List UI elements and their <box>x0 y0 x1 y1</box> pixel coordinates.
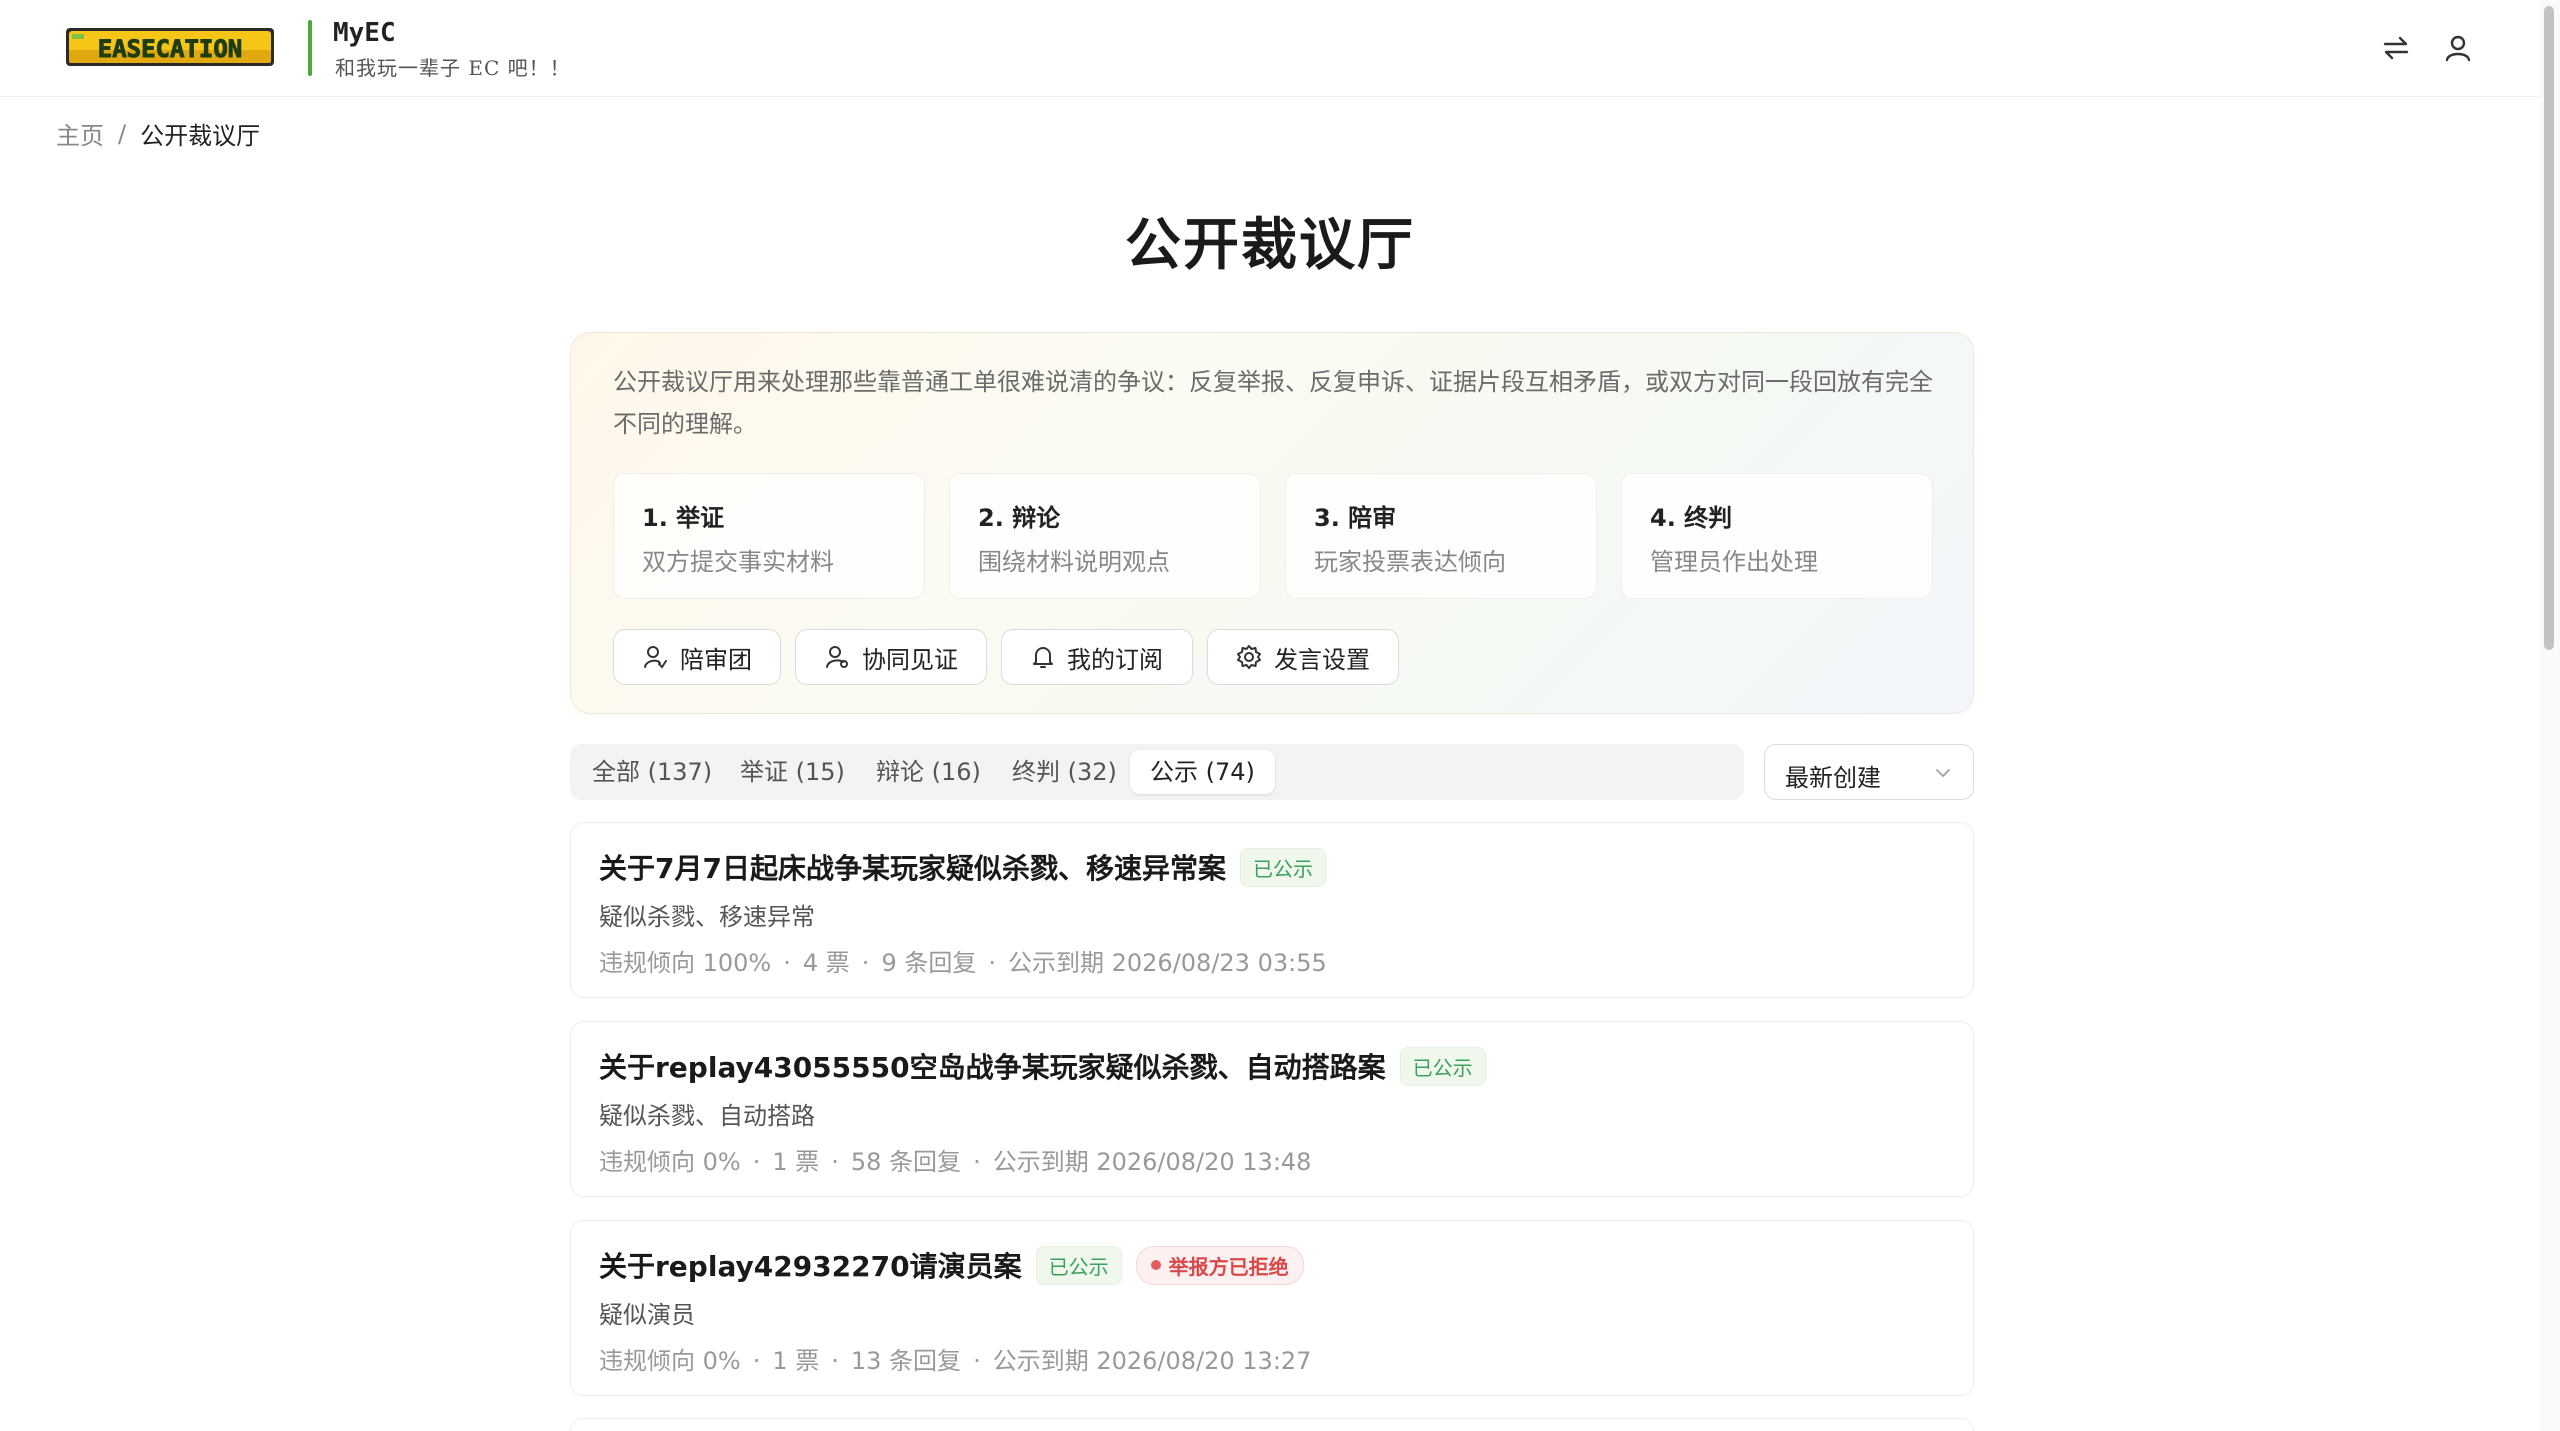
speech-settings-button[interactable]: 发言设置 <box>1207 629 1399 685</box>
sort-selected-value: 最新创建 <box>1785 764 1881 792</box>
case-votes: 1 票 <box>772 1148 820 1176</box>
meta-separator: · <box>783 949 791 977</box>
case-subtitle: 疑似杀戮、移速异常 <box>599 903 815 931</box>
step-subtitle: 管理员作出处理 <box>1650 548 1818 576</box>
brand-slogan: 和我玩一辈子 EC 吧！！ <box>335 56 571 80</box>
tab-evidence[interactable]: 举证 (15) <box>720 750 865 794</box>
witness-icon <box>826 646 848 668</box>
case-meta: 违规倾向 0% · 1 票 · 58 条回复 · 公示到期 2026/08/20 13:48 <box>599 1142 1311 1177</box>
rejected-badge-label: 举报方已拒绝 <box>1168 1254 1289 1279</box>
case-replies: 9 条回复 <box>881 949 977 977</box>
step-title: 3. 陪审 <box>1314 504 1397 532</box>
meta-separator: · <box>752 1148 761 1176</box>
status-badge: 已公示 <box>1035 1245 1122 1285</box>
status-tabs: 全部 (137) 举证 (15) 辩论 (16) 终判 (32) 公示 (74) <box>570 744 1744 800</box>
tab-debate[interactable]: 辩论 (16) <box>856 750 1001 794</box>
step-subtitle: 玩家投票表达倾向 <box>1314 548 1506 576</box>
tab-public[interactable]: 公示 (74) <box>1130 750 1275 794</box>
logo-divider <box>308 20 312 76</box>
page-scrollbar[interactable] <box>2540 0 2560 1431</box>
gear-icon <box>1237 645 1261 669</box>
easecation-logo[interactable]: EASECATION <box>64 24 276 70</box>
case-subtitle: 疑似演员 <box>599 1301 695 1329</box>
case-card[interactable]: 关于7月7日起床战争某玩家疑似杀戮、移速异常案 已公示 疑似杀戮、移速异常 违规… <box>570 822 1974 998</box>
tab-all[interactable]: 全部 (137) <box>572 750 732 794</box>
case-tendency: 违规倾向 0% <box>599 1148 741 1176</box>
step-title: 1. 举证 <box>642 504 725 532</box>
meta-separator: · <box>831 1347 839 1375</box>
breadcrumb: 主页 / 公开裁议厅 <box>56 116 260 151</box>
sort-select[interactable]: 最新创建 <box>1764 744 1974 800</box>
user-icon[interactable] <box>2440 30 2476 66</box>
meta-separator: · <box>973 1148 981 1176</box>
step-card-jury: 3. 陪审 玩家投票表达倾向 <box>1285 473 1597 599</box>
case-title[interactable]: 关于replay43055550空岛战争某玩家疑似杀戮、自动搭路案 <box>599 1046 1386 1086</box>
case-votes: 4 票 <box>802 949 850 977</box>
step-subtitle: 双方提交事实材料 <box>642 548 834 576</box>
case-tendency: 违规倾向 0% <box>599 1347 741 1375</box>
status-badge: 已公示 <box>1239 847 1326 887</box>
jury-button[interactable]: 陪审团 <box>613 629 781 685</box>
step-card-evidence: 1. 举证 双方提交事实材料 <box>613 473 925 599</box>
case-tendency: 违规倾向 100% <box>599 949 772 977</box>
switch-icon[interactable] <box>2378 30 2414 66</box>
case-title[interactable]: 关于replay42932270请演员案 <box>599 1245 1022 1285</box>
case-card[interactable] <box>570 1418 1974 1431</box>
case-deadline: 公示到期 2026/08/23 03:55 <box>1007 949 1327 977</box>
svg-text:EASECATION: EASECATION <box>98 35 243 63</box>
witness-button[interactable]: 协同见证 <box>795 629 987 685</box>
status-badge: 已公示 <box>1399 1046 1486 1086</box>
meta-separator: · <box>988 949 996 977</box>
status-dot-icon <box>1150 1260 1161 1270</box>
step-subtitle: 围绕材料说明观点 <box>978 548 1170 576</box>
step-title: 2. 辩论 <box>978 504 1061 532</box>
case-deadline: 公示到期 2026/08/20 13:27 <box>992 1347 1312 1375</box>
case-card[interactable]: 关于replay43055550空岛战争某玩家疑似杀戮、自动搭路案 已公示 疑似… <box>570 1021 1974 1197</box>
intro-description: 公开裁议厅用来处理那些靠普通工单很难说清的争议：反复举报、反复申诉、证据片段互相… <box>613 368 1933 438</box>
scrollbar-thumb[interactable] <box>2544 6 2554 650</box>
top-header: EASECATION MyEC 和我玩一辈子 EC 吧！！ <box>0 0 2540 97</box>
case-card[interactable]: 关于replay42932270请演员案 已公示 举报方已拒绝 疑似演员 违规倾… <box>570 1220 1974 1396</box>
meta-separator: · <box>861 949 870 977</box>
jury-icon <box>644 646 667 669</box>
breadcrumb-home[interactable]: 主页 <box>56 116 104 151</box>
meta-separator: · <box>831 1148 839 1176</box>
meta-separator: · <box>973 1347 981 1375</box>
my-subscriptions-button[interactable]: 我的订阅 <box>1001 629 1193 685</box>
speech-settings-label: 发言设置 <box>1274 645 1370 674</box>
breadcrumb-separator: / <box>118 119 127 148</box>
jury-button-label: 陪审团 <box>680 645 752 674</box>
brand-name: MyEC <box>333 18 396 48</box>
tab-verdict[interactable]: 终判 (32) <box>992 750 1137 794</box>
step-title: 4. 终判 <box>1650 504 1733 532</box>
case-replies: 58 条回复 <box>850 1148 962 1176</box>
witness-button-label: 协同见证 <box>862 645 958 674</box>
page-title: 公开裁议厅 <box>1125 213 1415 278</box>
case-subtitle: 疑似杀戮、自动搭路 <box>599 1102 815 1130</box>
breadcrumb-current: 公开裁议厅 <box>140 122 261 150</box>
step-card-debate: 2. 辩论 围绕材料说明观点 <box>949 473 1261 599</box>
case-meta: 违规倾向 0% · 1 票 · 13 条回复 · 公示到期 2026/08/20 13:27 <box>599 1341 1311 1376</box>
meta-separator: · <box>752 1347 761 1375</box>
case-deadline: 公示到期 2026/08/20 13:48 <box>992 1148 1312 1176</box>
step-card-verdict: 4. 终判 管理员作出处理 <box>1621 473 1933 599</box>
my-subscriptions-label: 我的订阅 <box>1067 645 1163 674</box>
intro-panel: 公开裁议厅用来处理那些靠普通工单很难说清的争议：反复举报、反复申诉、证据片段互相… <box>570 332 1974 714</box>
case-meta: 违规倾向 100% · 4 票 · 9 条回复 · 公示到期 2026/08/23 03:5… <box>599 943 1327 978</box>
rejected-badge: 举报方已拒绝 <box>1135 1245 1304 1285</box>
bell-icon <box>1033 647 1053 668</box>
case-title[interactable]: 关于7月7日起床战争某玩家疑似杀戮、移速异常案 <box>599 847 1226 887</box>
case-votes: 1 票 <box>772 1347 820 1375</box>
case-replies: 13 条回复 <box>850 1347 962 1375</box>
chevron-down-icon <box>1936 769 1950 777</box>
